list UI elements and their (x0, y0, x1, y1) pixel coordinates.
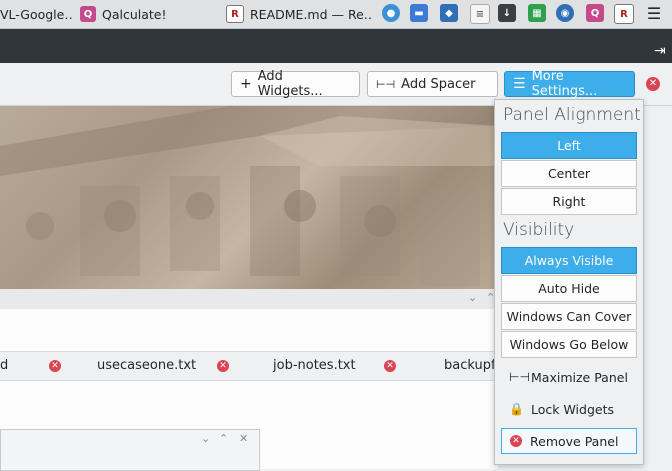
lock-widgets-button[interactable]: 🔒 Lock Widgets (501, 396, 637, 422)
tab-label[interactable]: usecaseone.txt (97, 358, 196, 373)
plus-icon: + (240, 76, 252, 92)
more-settings-label: More Settings... (531, 69, 598, 99)
lock-icon: 🔒 (509, 402, 524, 416)
editor-tray-icon[interactable]: R (614, 4, 634, 24)
task-browser[interactable]: VL-Google… (0, 2, 74, 26)
menu-icon[interactable]: ☰ (645, 4, 663, 23)
remove-icon: ✕ (510, 435, 522, 447)
task-label: README.md — Re… (250, 6, 372, 22)
inner-window: ⌄ ⌃ ✕ (0, 429, 260, 471)
editor-icon: R (226, 5, 244, 23)
align-left-option[interactable]: Left (501, 132, 637, 159)
windows-can-cover-option[interactable]: Windows Can Cover (501, 303, 637, 330)
close-tab-icon[interactable]: ✕ (49, 360, 61, 372)
add-widgets-button[interactable]: + Add Widgets... (231, 69, 360, 99)
settings-sliders-icon: ☰ (513, 76, 526, 92)
close-icon[interactable]: ✕ (646, 77, 660, 91)
desktop-wallpaper (0, 106, 498, 289)
close-tab-icon[interactable]: ✕ (384, 360, 396, 372)
spacer-icon: ⊢⊣ (376, 77, 396, 91)
document-icon[interactable]: ≡ (470, 4, 490, 24)
remove-panel-button[interactable]: ✕ Remove Panel (501, 428, 637, 454)
tab-label[interactable]: backupfi (444, 358, 499, 373)
maximize-icon: ⊢⊣ (509, 370, 530, 384)
task-label: VL-Google… (0, 6, 74, 22)
qalculate-tray-icon[interactable]: Q (586, 4, 604, 22)
resize-handle-icon[interactable]: ⇥ (654, 43, 666, 59)
qalculate-icon: Q (80, 6, 96, 22)
align-center-option[interactable]: Center (501, 160, 637, 187)
cube-icon[interactable]: ◆ (440, 4, 458, 22)
more-settings-popup: Panel Alignment Left Center Right Visibi… (494, 99, 644, 465)
visibility-heading: Visibility (503, 220, 575, 240)
wallpaper-carving (0, 106, 498, 286)
lock-widgets-label: Lock Widgets (531, 401, 615, 417)
align-right-option[interactable]: Right (501, 188, 637, 215)
file-manager-window: ⌄ ⌃ d ✕ usecaseone.txt ✕ job-notes.txt ✕… (0, 289, 499, 471)
maximize-panel-button[interactable]: ⊢⊣ Maximize Panel (501, 364, 637, 390)
add-spacer-label: Add Spacer (401, 76, 476, 92)
more-settings-button[interactable]: ☰ More Settings... (504, 69, 635, 99)
calendar-icon[interactable]: ▦ (528, 4, 546, 22)
network-icon[interactable]: ◉ (556, 4, 574, 22)
download-icon[interactable]: ↓ (498, 4, 516, 22)
chevron-up-icon[interactable]: ⌃ (219, 432, 228, 445)
maximize-panel-label: Maximize Panel (531, 369, 628, 385)
tab-label[interactable]: job-notes.txt (273, 358, 356, 373)
globe-icon[interactable]: ● (382, 4, 400, 22)
file-tabs: d ✕ usecaseone.txt ✕ job-notes.txt ✕ bac… (0, 351, 499, 381)
chevron-down-icon[interactable]: ⌄ (468, 291, 477, 304)
remove-panel-label: Remove Panel (530, 433, 619, 449)
window-titlebar: ⌄ ⌃ (0, 289, 498, 309)
folder-icon[interactable]: ▬ (410, 4, 428, 22)
close-tab-icon[interactable]: ✕ (217, 360, 229, 372)
windows-go-below-option[interactable]: Windows Go Below (501, 331, 637, 358)
task-readme[interactable]: R README.md — Re… (226, 2, 372, 26)
add-spacer-button[interactable]: ⊢⊣ Add Spacer (367, 71, 498, 97)
auto-hide-option[interactable]: Auto Hide (501, 275, 637, 302)
alignment-heading: Panel Alignment (503, 105, 641, 125)
add-widgets-label: Add Widgets... (257, 69, 323, 99)
close-icon[interactable]: ✕ (239, 432, 248, 445)
task-qalculate[interactable]: Q Qalculate! (80, 2, 220, 26)
panel-strip: ⇥ (0, 29, 672, 63)
chevron-down-icon[interactable]: ⌄ (201, 432, 210, 445)
taskbar: VL-Google… Q Qalculate! R README.md — Re… (0, 0, 672, 29)
task-label: Qalculate! (102, 6, 167, 22)
always-visible-option[interactable]: Always Visible (501, 247, 637, 274)
tab-label[interactable]: d (0, 358, 8, 373)
